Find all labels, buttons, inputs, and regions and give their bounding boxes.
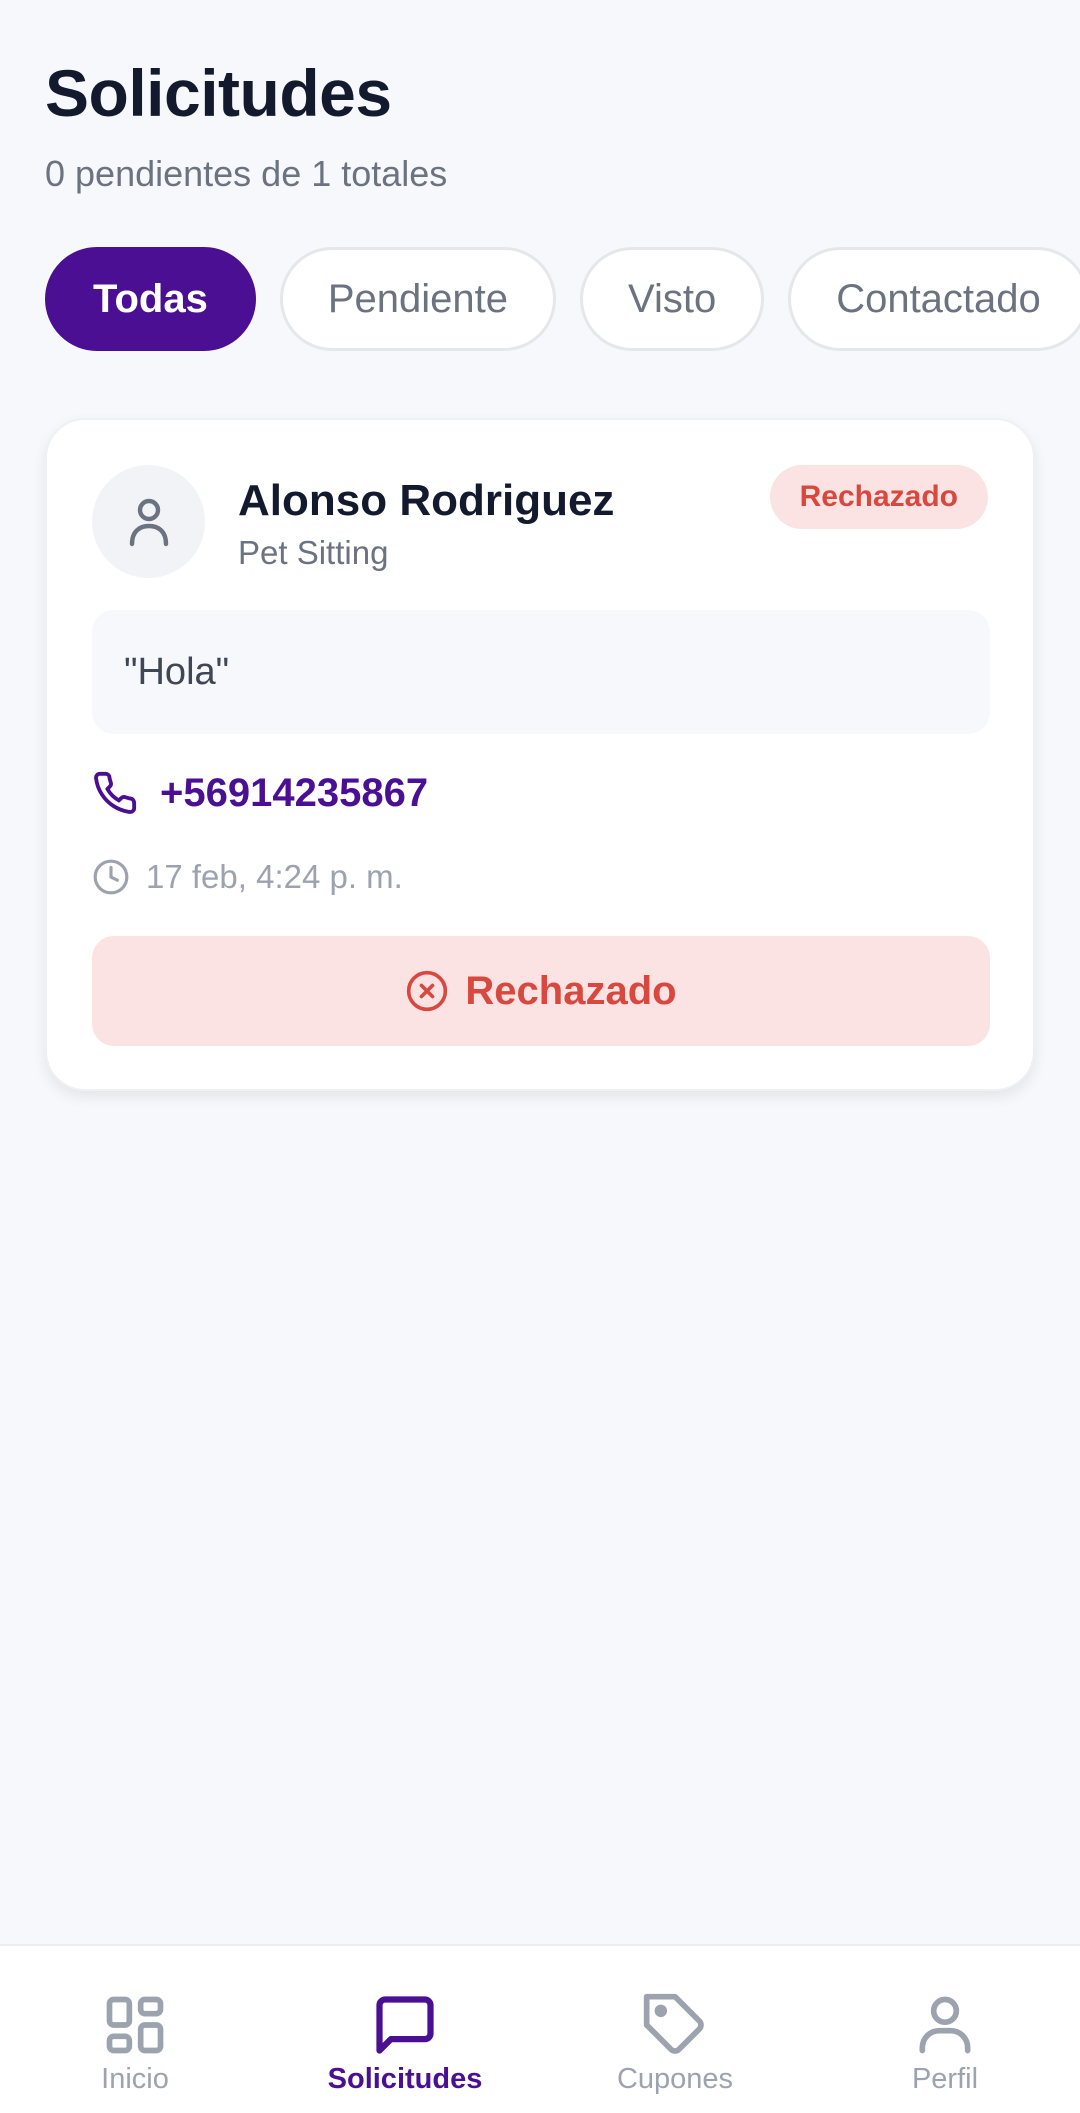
chat-icon	[376, 1996, 434, 2054]
nav-item-inicio[interactable]: Inicio	[0, 1946, 270, 2113]
phone-link[interactable]: +56914235867	[92, 770, 428, 816]
filter-chips: Todas Pendiente Visto Contactado	[45, 247, 1080, 351]
nav-item-perfil[interactable]: Perfil	[810, 1946, 1080, 2113]
status-badge: Rechazado	[769, 465, 988, 529]
grid-icon	[106, 1996, 164, 2054]
clock-icon	[93, 859, 129, 895]
user-icon	[129, 498, 168, 546]
status-button[interactable]: Rechazado	[92, 936, 990, 1046]
nav-item-cupones[interactable]: Cupones	[540, 1946, 810, 2113]
filter-chip-contactado[interactable]: Contactado	[788, 247, 1080, 351]
filter-chip-pendiente[interactable]: Pendiente	[279, 247, 556, 351]
timestamp: 17 feb, 4:24 p. m.	[146, 858, 403, 895]
request-card[interactable]: Alonso Rodriguez Pet Sitting Rechazado "…	[45, 418, 1035, 1091]
request-message: "Hola"	[92, 610, 990, 734]
avatar	[92, 465, 205, 578]
nav-label-perfil: Perfil	[911, 2063, 979, 2095]
tag-icon	[643, 1993, 704, 2054]
page-title: Solicitudes	[45, 56, 392, 130]
filter-chip-todas[interactable]: Todas	[45, 247, 256, 351]
nav-item-solicitudes[interactable]: Solicitudes	[270, 1946, 540, 2113]
phone-number: +56914235867	[160, 770, 429, 815]
user-icon	[919, 1996, 971, 2054]
timestamp-row: 17 feb, 4:24 p. m.	[92, 858, 403, 896]
nav-label-solicitudes: Solicitudes	[327, 2063, 483, 2095]
page-subtitle: 0 pendientes de 1 totales	[45, 153, 448, 194]
nav-label-cupones: Cupones	[616, 2063, 734, 2095]
page-header: Solicitudes 0 pendientes de 1 totales	[45, 55, 447, 195]
x-circle-icon	[407, 970, 448, 1012]
service-type: Pet Sitting	[238, 534, 389, 571]
phone-icon	[94, 771, 137, 814]
requester-name: Alonso Rodriguez	[238, 476, 615, 525]
nav-label-inicio: Inicio	[101, 2063, 169, 2095]
bottom-nav: Inicio Solicitudes Cupones Perfil	[0, 1944, 1080, 2113]
filter-chip-visto[interactable]: Visto	[579, 247, 765, 351]
status-button-label: Rechazado	[465, 968, 677, 1013]
